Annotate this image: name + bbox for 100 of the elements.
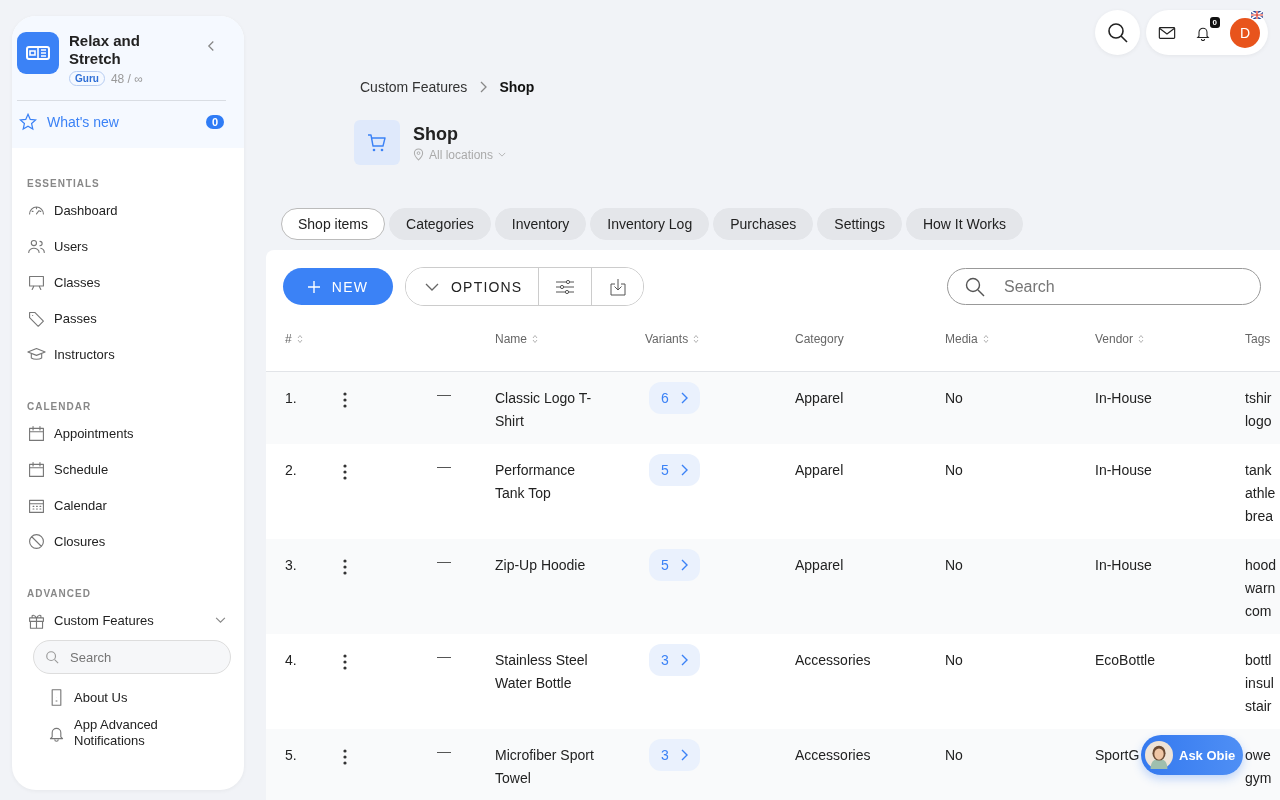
table-cell: — <box>437 387 451 401</box>
section-heading: ESSENTIALS <box>27 178 101 189</box>
more-icon[interactable] <box>343 749 347 765</box>
nav-item[interactable]: Calendar <box>54 497 232 513</box>
prohibited-icon <box>27 531 46 551</box>
table-cell-text: Stainless Steel Water Bottle <box>495 651 589 693</box>
nav-item[interactable]: Instructors <box>54 346 232 362</box>
nav-item[interactable]: Users <box>54 238 232 254</box>
download-button[interactable] <box>591 268 644 305</box>
table-cell-text: Zip-Up Hoodie <box>495 556 587 575</box>
column-header[interactable]: # <box>285 331 292 346</box>
column-header[interactable]: Vendor <box>1095 331 1134 346</box>
tab[interactable]: How It Works <box>905 208 1023 240</box>
plus-icon <box>307 280 320 293</box>
tab[interactable]: Settings <box>817 208 902 240</box>
table-cell-text: No <box>945 556 963 575</box>
nav-item[interactable]: Custom Features <box>54 612 207 628</box>
cart-icon <box>354 120 400 165</box>
sort-icon[interactable] <box>296 333 303 344</box>
sort-icon[interactable] <box>532 333 538 344</box>
star-icon <box>19 113 37 131</box>
nav-item[interactable]: Passes <box>54 310 232 326</box>
user-avatar[interactable]: D <box>1230 17 1260 48</box>
search-button[interactable] <box>1095 10 1140 55</box>
table-cell-text: bottl <box>1245 651 1272 670</box>
logo-icon <box>17 32 59 74</box>
tab[interactable]: Categories <box>389 208 491 240</box>
chevron-icon[interactable] <box>215 616 226 624</box>
count-badge: 0 <box>205 115 224 129</box>
table-cell-text: hood <box>1245 556 1277 575</box>
nav-item[interactable]: App Advanced Notifications <box>74 717 232 749</box>
options-button[interactable]: OPTIONS <box>406 268 540 305</box>
tab[interactable]: Inventory <box>494 208 587 240</box>
calendar-icon <box>27 423 46 443</box>
nav-item[interactable]: Closures <box>54 533 232 549</box>
table-cell-text: 4. <box>285 651 298 670</box>
breadcrumb-link[interactable]: Custom Features <box>360 79 468 95</box>
chevron-icon <box>680 559 688 571</box>
tab[interactable]: Purchases <box>713 208 814 240</box>
tab[interactable]: Inventory Log <box>590 208 710 240</box>
search-icon <box>45 650 59 664</box>
nav-item[interactable]: Schedule <box>54 461 232 477</box>
table-cell-text: Accessories <box>795 651 871 670</box>
table-cell-text: Accessories <box>795 746 871 765</box>
table-cell-text: In-House <box>1095 461 1152 480</box>
calendar-icon <box>27 459 46 479</box>
table-cell-text: gym <box>1245 769 1272 788</box>
collapse-icon[interactable] <box>207 40 216 52</box>
table-cell-text: owe <box>1245 746 1271 765</box>
table-cell-text: Microfiber Sport Towel <box>495 746 595 788</box>
table-cell-text: No <box>945 651 963 670</box>
table-cell-text: com <box>1245 602 1272 621</box>
sort-icon[interactable] <box>982 333 989 344</box>
table-cell: — <box>437 649 451 663</box>
table-cell-text: In-House <box>1095 389 1152 408</box>
table-cell-text: SportG <box>1095 746 1140 765</box>
column-header[interactable]: Name <box>495 331 527 346</box>
new-button[interactable]: NEW <box>283 268 393 305</box>
page-title: Shop <box>413 123 459 145</box>
sort-icon[interactable] <box>693 333 700 344</box>
section-heading: ADVANCED <box>27 588 92 599</box>
more-icon[interactable] <box>343 654 347 670</box>
table-cell-text: No <box>945 461 963 480</box>
table-cell-text: tank <box>1245 461 1272 480</box>
table-cell-text: No <box>945 389 963 408</box>
sort-icon[interactable] <box>1138 333 1145 344</box>
nav-item[interactable]: About Us <box>74 689 232 706</box>
table-cell-text: Classic Logo T-Shirt <box>495 389 593 431</box>
caret-icon[interactable] <box>498 152 507 157</box>
table-cell-text: 5. <box>285 746 298 765</box>
column-header[interactable]: Variants <box>645 331 689 346</box>
table-cell-text: EcoBottle <box>1095 651 1155 670</box>
table-cell: — <box>437 554 451 568</box>
table-cell-text: No <box>945 746 963 765</box>
chevron-icon <box>425 282 439 291</box>
table-cell: — <box>437 744 451 758</box>
column-header[interactable]: Category <box>795 331 844 346</box>
chevron-icon <box>680 392 688 404</box>
table-cell-text: brea <box>1245 507 1274 526</box>
mail-icon[interactable] <box>1158 24 1176 41</box>
nav-item[interactable]: Dashboard <box>54 202 232 218</box>
column-header[interactable]: Media <box>945 331 978 346</box>
table-cell-text: Apparel <box>795 389 844 408</box>
download-icon <box>609 277 626 296</box>
table-cell-text: 2. <box>285 461 298 480</box>
more-icon[interactable] <box>343 392 347 408</box>
table-cell-text: Apparel <box>795 556 844 575</box>
search-field[interactable]: Search <box>947 268 1261 305</box>
more-icon[interactable] <box>343 464 347 480</box>
more-icon[interactable] <box>343 559 347 575</box>
nav-item[interactable]: Appointments <box>54 425 232 441</box>
search-icon <box>1106 21 1129 44</box>
whats-new-link[interactable]: What's new <box>47 114 196 130</box>
table-cell-text: tshir <box>1245 389 1272 408</box>
column-header[interactable]: Tags <box>1245 331 1271 346</box>
nav-item[interactable]: Classes <box>54 274 232 290</box>
ask-obie-button[interactable]: Ask Obie <box>1141 735 1244 775</box>
tab[interactable]: Shop items <box>281 208 386 240</box>
table-cell-text: Performance Tank Top <box>495 461 577 503</box>
table-cell-text: logo <box>1245 412 1272 431</box>
